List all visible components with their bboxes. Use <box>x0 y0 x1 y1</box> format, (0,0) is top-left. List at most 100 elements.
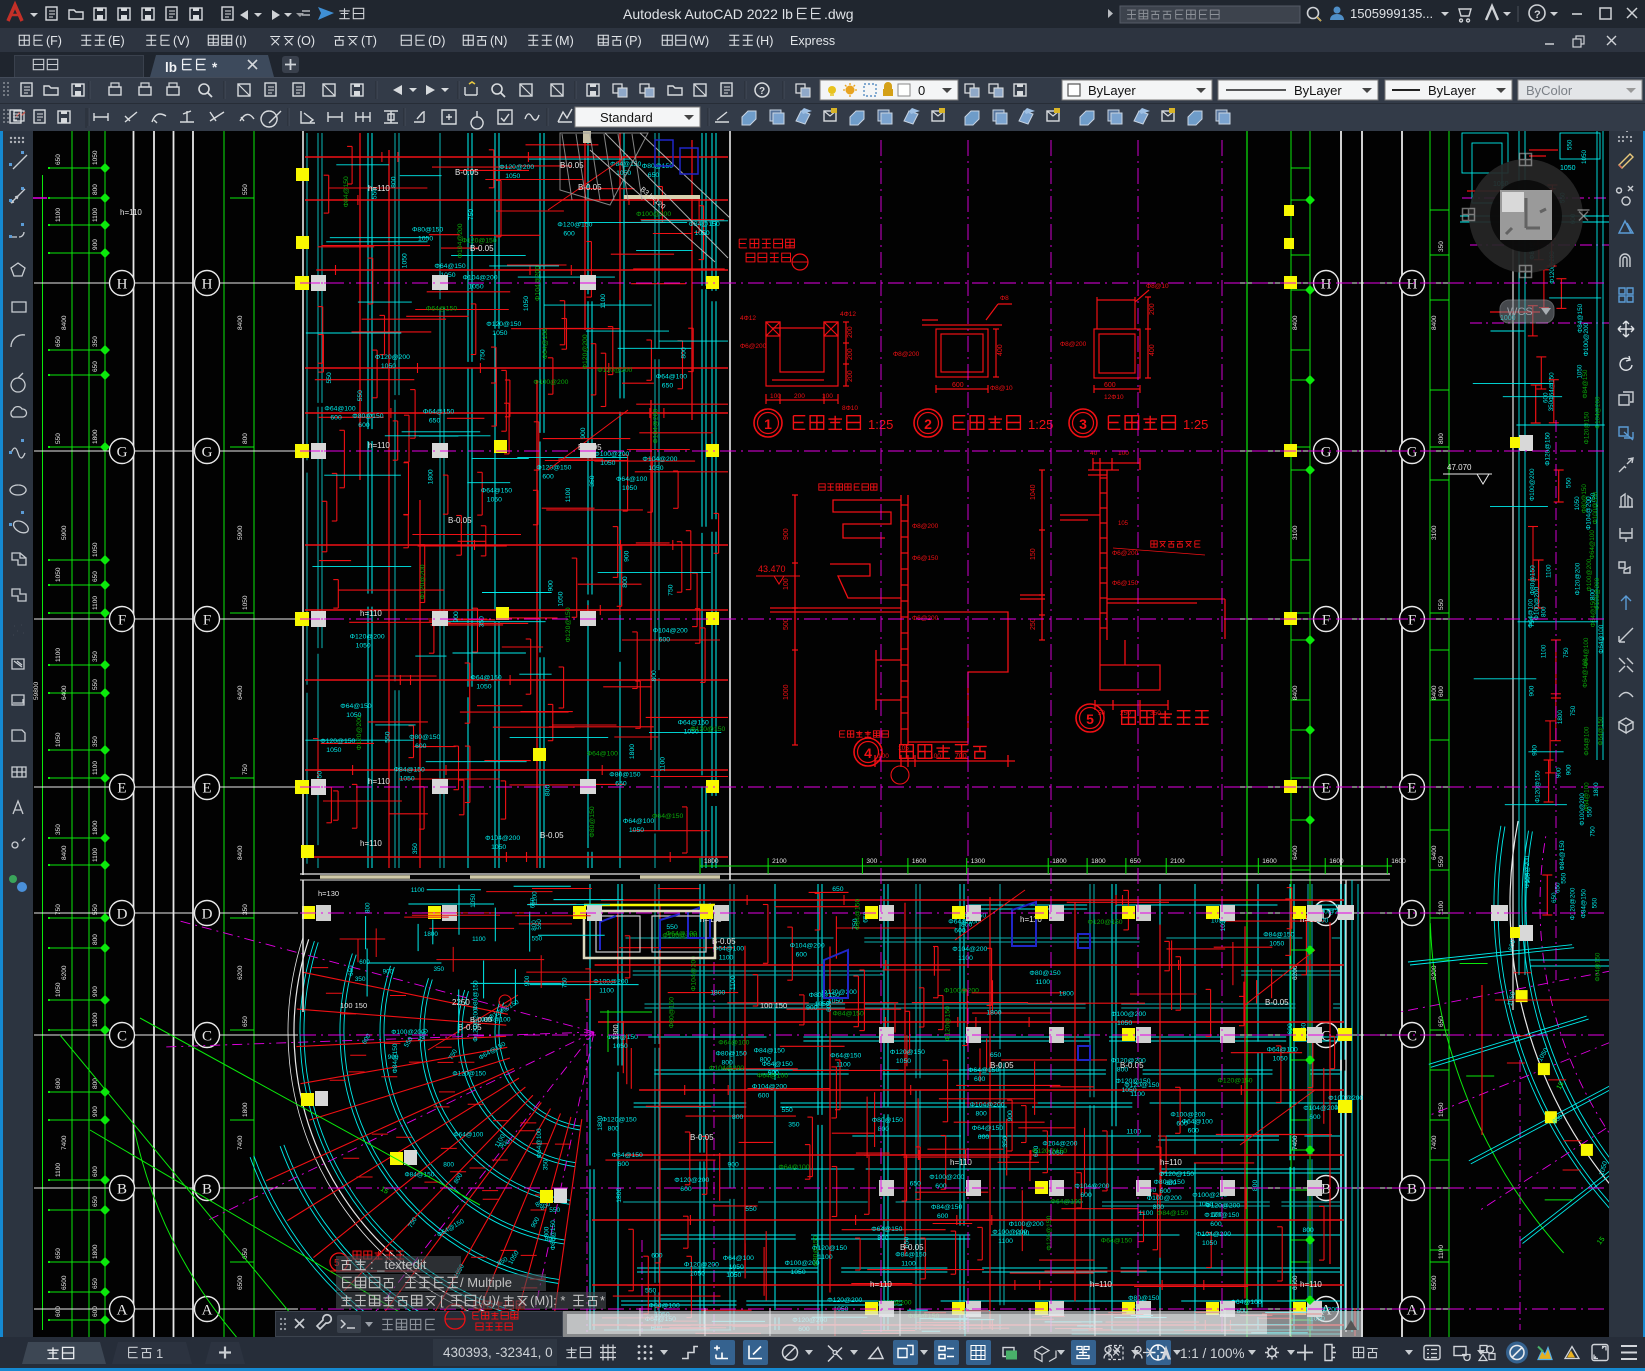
svg-text:1050: 1050 <box>1202 1240 1217 1247</box>
svg-text:Φ80@150: Φ80@150 <box>473 980 480 1010</box>
svg-text:800: 800 <box>608 1126 620 1133</box>
svg-text:650: 650 <box>990 1052 1002 1059</box>
svg-text:Φ8@10: Φ8@10 <box>990 385 1013 392</box>
svg-text:600: 600 <box>358 422 370 429</box>
svg-text:800: 800 <box>544 1226 551 1237</box>
svg-text:Φ100@200: Φ100@200 <box>929 1174 964 1181</box>
svg-text:Φ104@200: Φ104@200 <box>1303 1105 1338 1112</box>
svg-text:A: A <box>117 1303 128 1319</box>
svg-text:B: B <box>202 1182 212 1198</box>
svg-text:1100: 1100 <box>55 208 62 222</box>
svg-text:200: 200 <box>847 326 854 338</box>
svg-text:Φ84@150: Φ84@150 <box>754 1048 785 1055</box>
svg-text:650: 650 <box>55 154 62 165</box>
svg-text:Φ64@150: Φ64@150 <box>1595 952 1602 981</box>
svg-text:900: 900 <box>453 611 460 623</box>
svg-text:Φ120@200: Φ120@200 <box>375 354 410 361</box>
svg-text:0: 0 <box>918 83 925 98</box>
svg-text:6400: 6400 <box>1431 845 1438 860</box>
svg-text:Φ104@200: Φ104@200 <box>709 1065 744 1072</box>
svg-text:H: H <box>1407 277 1418 293</box>
svg-text:1050: 1050 <box>1198 1201 1213 1208</box>
svg-text:350: 350 <box>543 1159 550 1170</box>
svg-text:900: 900 <box>624 550 631 562</box>
svg-text:Φ120@200: Φ120@200 <box>472 1008 479 1042</box>
svg-text:550: 550 <box>92 679 99 690</box>
svg-text:1100: 1100 <box>958 955 973 962</box>
svg-text:Φ64@150: Φ64@150 <box>434 263 465 270</box>
svg-text:Φ80@150: Φ80@150 <box>352 413 383 420</box>
svg-text:(H): (H) <box>756 34 773 48</box>
svg-text:200: 200 <box>847 348 854 360</box>
svg-text:1300: 1300 <box>613 1024 620 1040</box>
svg-text:ByLayer: ByLayer <box>1428 83 1476 98</box>
svg-text:Φ104@200: Φ104@200 <box>1594 396 1601 429</box>
svg-text:Standard: Standard <box>600 110 653 125</box>
svg-text:1050: 1050 <box>648 465 663 472</box>
svg-text:350: 350 <box>589 475 596 487</box>
svg-text:1050: 1050 <box>92 150 99 165</box>
svg-text:1050: 1050 <box>523 296 530 311</box>
svg-text:600: 600 <box>680 1186 692 1193</box>
svg-text:Φ104@200: Φ104@200 <box>970 1101 1005 1108</box>
svg-text:7400: 7400 <box>237 1135 244 1150</box>
svg-text:(P): (P) <box>625 34 642 48</box>
svg-text:750: 750 <box>242 764 249 775</box>
svg-text:B-0.05: B-0.05 <box>455 168 479 177</box>
svg-text:Φ84@150: Φ84@150 <box>1580 889 1587 918</box>
svg-text:550: 550 <box>1567 139 1574 150</box>
svg-text:1800: 1800 <box>1059 990 1074 997</box>
svg-text:1800: 1800 <box>92 1244 99 1259</box>
svg-text:650: 650 <box>662 383 674 390</box>
svg-text:650: 650 <box>832 886 844 893</box>
svg-text:1800: 1800 <box>92 1012 99 1027</box>
svg-text:1050: 1050 <box>791 1269 806 1276</box>
svg-text:Φ80@150: Φ80@150 <box>1154 1179 1185 1186</box>
svg-text:2250: 2250 <box>452 998 470 1007</box>
svg-text:Φ120@200: Φ120@200 <box>827 1297 862 1304</box>
svg-text:600: 600 <box>796 952 808 959</box>
svg-text:550: 550 <box>532 936 543 943</box>
svg-text:1050: 1050 <box>505 173 520 180</box>
svg-text:8400: 8400 <box>1292 685 1299 700</box>
svg-text:1100: 1100 <box>1139 1210 1154 1217</box>
svg-text:550: 550 <box>549 1207 560 1214</box>
svg-text:Φ104@200: Φ104@200 <box>485 835 520 842</box>
svg-text:(W): (W) <box>689 34 709 48</box>
svg-text:1800: 1800 <box>1557 710 1564 725</box>
svg-text:B: B <box>1407 1182 1417 1198</box>
svg-text:900: 900 <box>92 239 99 250</box>
svg-text:ByColor: ByColor <box>1526 83 1573 98</box>
svg-text:100: 100 <box>783 578 790 590</box>
svg-text:Φ120@150: Φ120@150 <box>320 738 355 745</box>
svg-text:Φ104@200: Φ104@200 <box>790 943 825 950</box>
svg-text:Φ64@150: Φ64@150 <box>652 813 683 820</box>
svg-text:*: * <box>600 1293 605 1308</box>
svg-text:6500: 6500 <box>1431 1275 1438 1290</box>
svg-text:(I): (I) <box>235 34 247 48</box>
svg-text:Φ120@150: Φ120@150 <box>557 222 592 229</box>
svg-text:1050: 1050 <box>470 893 477 908</box>
svg-text:*: * <box>212 60 218 75</box>
svg-text:650: 650 <box>242 1016 249 1027</box>
svg-text:600: 600 <box>1309 1114 1321 1121</box>
svg-text:900: 900 <box>1532 745 1539 756</box>
svg-text:1100: 1100 <box>92 596 99 610</box>
svg-text:1505999135...: 1505999135... <box>1350 6 1433 21</box>
svg-text:Φ120@200: Φ120@200 <box>350 633 385 640</box>
svg-text:1050: 1050 <box>690 1271 705 1278</box>
svg-text:1600: 1600 <box>1391 858 1406 865</box>
svg-text:600: 600 <box>55 1078 62 1089</box>
svg-text:750: 750 <box>668 584 675 596</box>
svg-text:Φ64@100: Φ64@100 <box>623 818 654 825</box>
svg-text:E: E <box>117 781 126 797</box>
svg-text:B-0.05: B-0.05 <box>448 516 472 525</box>
svg-text:550: 550 <box>55 433 62 444</box>
svg-text:(D): (D) <box>428 34 445 48</box>
svg-text:B-0.05: B-0.05 <box>900 1243 924 1252</box>
svg-text:1050: 1050 <box>92 542 99 557</box>
svg-text:650: 650 <box>1551 892 1558 903</box>
svg-text:8400: 8400 <box>61 315 68 330</box>
svg-text:Φ120@200: Φ120@200 <box>822 989 857 996</box>
svg-text:5900: 5900 <box>237 525 244 540</box>
